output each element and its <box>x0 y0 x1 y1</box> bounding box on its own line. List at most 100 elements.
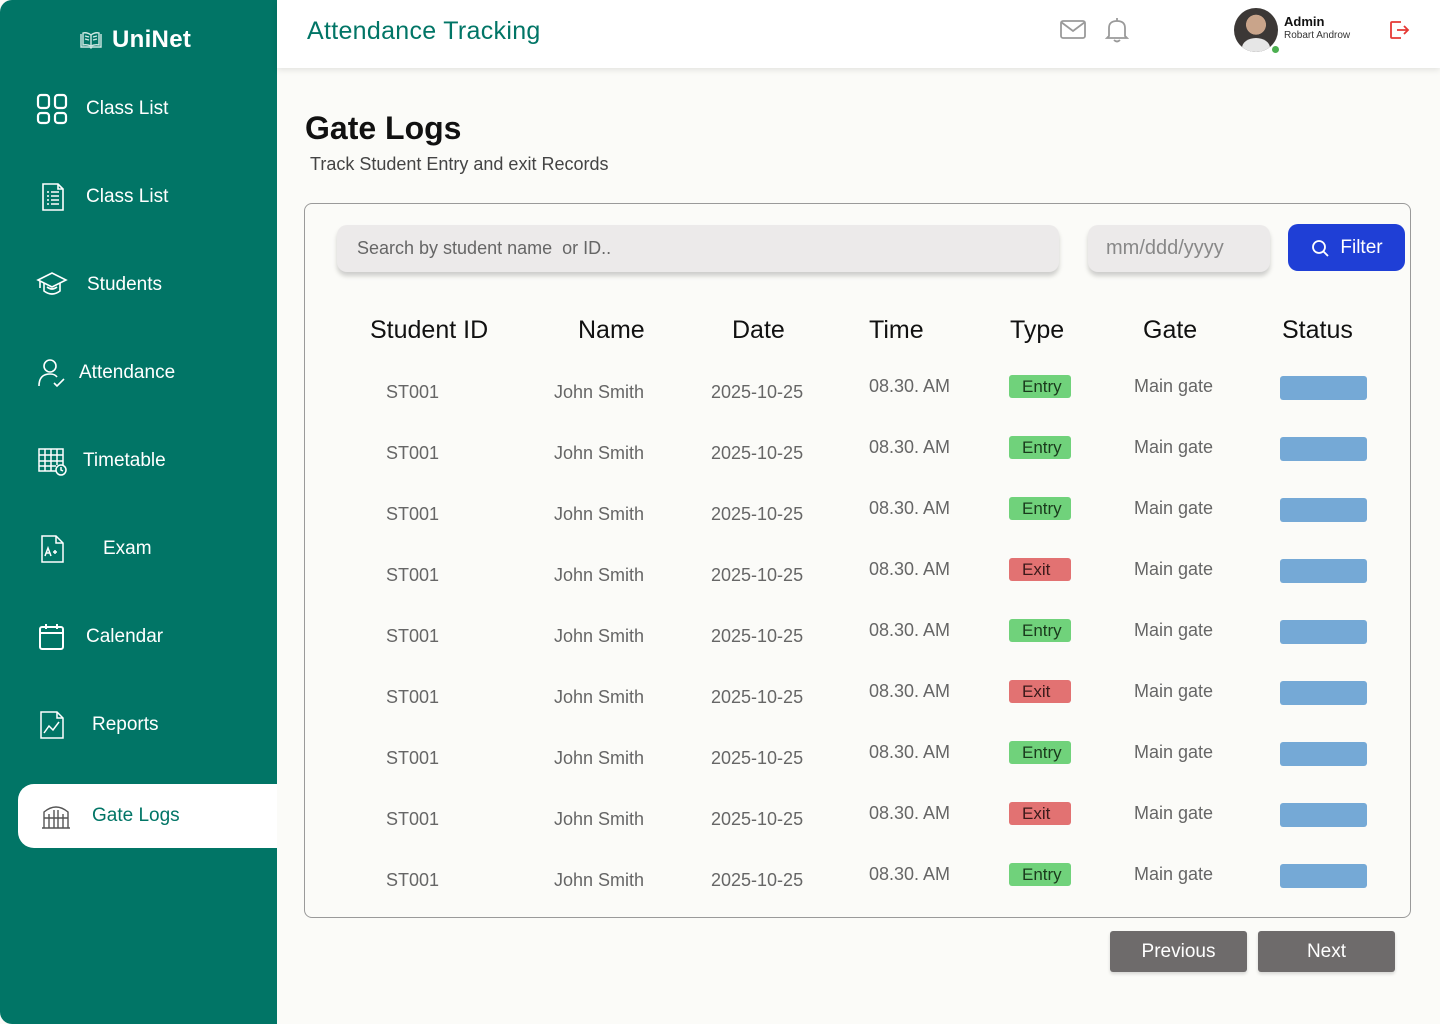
sidebar-item-label: Attendance <box>79 362 176 383</box>
table-row[interactable]: ST001 John Smith 2025-10-25 08.30. AM Entry M… <box>305 374 1412 435</box>
status-indicator <box>1280 559 1367 583</box>
cell-name: John Smith <box>554 626 645 646</box>
sidebar-item-attendance[interactable]: Attendance <box>0 341 277 405</box>
cell-name: John Smith <box>554 382 645 402</box>
book-icon <box>80 32 102 49</box>
logout-icon[interactable] <box>1387 18 1411 42</box>
previous-button[interactable]: Previous <box>1110 931 1247 972</box>
cell-name: John Smith <box>554 748 645 768</box>
cell-time: 08.30. AM <box>869 864 951 884</box>
cell-name: John Smith <box>554 565 645 585</box>
cell-date: 2025-10-25 <box>711 626 804 646</box>
sidebar-item-exam[interactable]: Exam <box>0 517 277 581</box>
sidebar-item-label: Class List <box>86 98 169 119</box>
table-row[interactable]: ST001 John Smith 2025-10-25 08.30. AM Entry M… <box>305 618 1412 679</box>
filter-button[interactable]: Filter <box>1288 224 1405 271</box>
search-input[interactable] <box>337 225 1059 272</box>
user-name: Robart Androw <box>1284 30 1351 41</box>
cell-time: 08.30. AM <box>869 620 951 640</box>
sidebar: UniNet Class List Class List Students At… <box>0 0 277 1024</box>
cell-gate: Main gate <box>1134 559 1214 579</box>
cell-student-id: ST001 <box>386 443 440 463</box>
graduation-cap-icon <box>36 269 68 301</box>
search-icon <box>1312 239 1330 257</box>
next-button[interactable]: Next <box>1258 931 1395 972</box>
brand[interactable]: UniNet <box>80 26 191 54</box>
sidebar-item-timetable[interactable]: Timetable <box>0 429 277 493</box>
sidebar-item-class-list[interactable]: Class List <box>0 77 277 141</box>
bell-icon[interactable] <box>1103 16 1131 44</box>
type-badge: Exit <box>1009 558 1071 581</box>
filter-label: Filter <box>1340 236 1383 258</box>
column-header-status[interactable]: Status <box>1282 316 1353 345</box>
sidebar-item-gate-logs[interactable]: Gate Logs <box>18 784 277 848</box>
cell-student-id: ST001 <box>386 382 440 402</box>
brand-name: UniNet <box>112 26 192 53</box>
cell-gate: Main gate <box>1134 681 1214 701</box>
table-row[interactable]: ST001 John Smith 2025-10-25 08.30. AM Entry M… <box>305 862 1412 923</box>
type-badge: Entry <box>1009 436 1071 459</box>
cell-name: John Smith <box>554 809 645 829</box>
cell-date: 2025-10-25 <box>711 504 804 524</box>
grade-paper-icon <box>36 533 68 565</box>
type-badge: Entry <box>1009 375 1071 398</box>
status-indicator <box>1280 742 1367 766</box>
cell-student-id: ST001 <box>386 626 440 646</box>
cell-gate: Main gate <box>1134 864 1214 884</box>
cell-student-id: ST001 <box>386 748 440 768</box>
cell-date: 2025-10-25 <box>711 687 804 707</box>
cell-student-id: ST001 <box>386 504 440 524</box>
date-input[interactable] <box>1088 225 1270 272</box>
cell-student-id: ST001 <box>386 870 440 890</box>
sidebar-item-label: Timetable <box>83 450 166 471</box>
sidebar-item-label: Class List <box>86 186 169 207</box>
sidebar-item-label: Exam <box>103 538 152 559</box>
table-row[interactable]: ST001 John Smith 2025-10-25 08.30. AM Exit Ma… <box>305 557 1412 618</box>
cell-gate: Main gate <box>1134 620 1214 640</box>
page-title: Gate Logs <box>305 110 462 146</box>
table-row[interactable]: ST001 John Smith 2025-10-25 08.30. AM Exit Ma… <box>305 801 1412 862</box>
table-row[interactable]: ST001 John Smith 2025-10-25 08.30. AM Entry M… <box>305 740 1412 801</box>
cell-time: 08.30. AM <box>869 681 951 701</box>
column-header-gate[interactable]: Gate <box>1143 316 1197 345</box>
cell-student-id: ST001 <box>386 809 440 829</box>
cell-gate: Main gate <box>1134 376 1214 396</box>
online-status-dot <box>1270 44 1281 55</box>
type-badge: Exit <box>1009 802 1071 825</box>
mail-icon[interactable] <box>1059 16 1087 44</box>
person-check-icon <box>36 357 68 389</box>
user-role: Admin <box>1284 14 1325 29</box>
page-subtitle: Track Student Entry and exit Records <box>310 154 609 174</box>
cell-date: 2025-10-25 <box>711 809 804 829</box>
cell-date: 2025-10-25 <box>711 382 804 402</box>
table-row[interactable]: ST001 John Smith 2025-10-25 08.30. AM Entry M… <box>305 435 1412 496</box>
column-header-time[interactable]: Time <box>869 316 924 345</box>
grid-icon <box>36 93 68 125</box>
sidebar-item-class-list-2[interactable]: Class List <box>0 165 277 229</box>
cell-student-id: ST001 <box>386 565 440 585</box>
type-badge: Entry <box>1009 863 1071 886</box>
cell-time: 08.30. AM <box>869 559 951 579</box>
column-header-name[interactable]: Name <box>578 316 645 345</box>
status-indicator <box>1280 681 1367 705</box>
cell-date: 2025-10-25 <box>711 443 804 463</box>
sidebar-item-label: Reports <box>92 714 159 735</box>
column-header-student-id[interactable]: Student ID <box>370 316 488 345</box>
calendar-icon <box>36 621 68 653</box>
type-badge: Entry <box>1009 619 1071 642</box>
cell-name: John Smith <box>554 687 645 707</box>
column-header-type[interactable]: Type <box>1010 316 1064 345</box>
cell-name: John Smith <box>554 504 645 524</box>
sidebar-item-calendar[interactable]: Calendar <box>0 605 277 669</box>
gate-icon <box>40 800 72 832</box>
cell-gate: Main gate <box>1134 803 1214 823</box>
sidebar-item-students[interactable]: Students <box>0 253 277 317</box>
status-indicator <box>1280 803 1367 827</box>
status-indicator <box>1280 376 1367 400</box>
status-indicator <box>1280 864 1367 888</box>
status-indicator <box>1280 498 1367 522</box>
table-row[interactable]: ST001 John Smith 2025-10-25 08.30. AM Entry M… <box>305 496 1412 557</box>
sidebar-item-reports[interactable]: Reports <box>0 693 277 757</box>
table-row[interactable]: ST001 John Smith 2025-10-25 08.30. AM Exit Ma… <box>305 679 1412 740</box>
column-header-date[interactable]: Date <box>732 316 785 345</box>
